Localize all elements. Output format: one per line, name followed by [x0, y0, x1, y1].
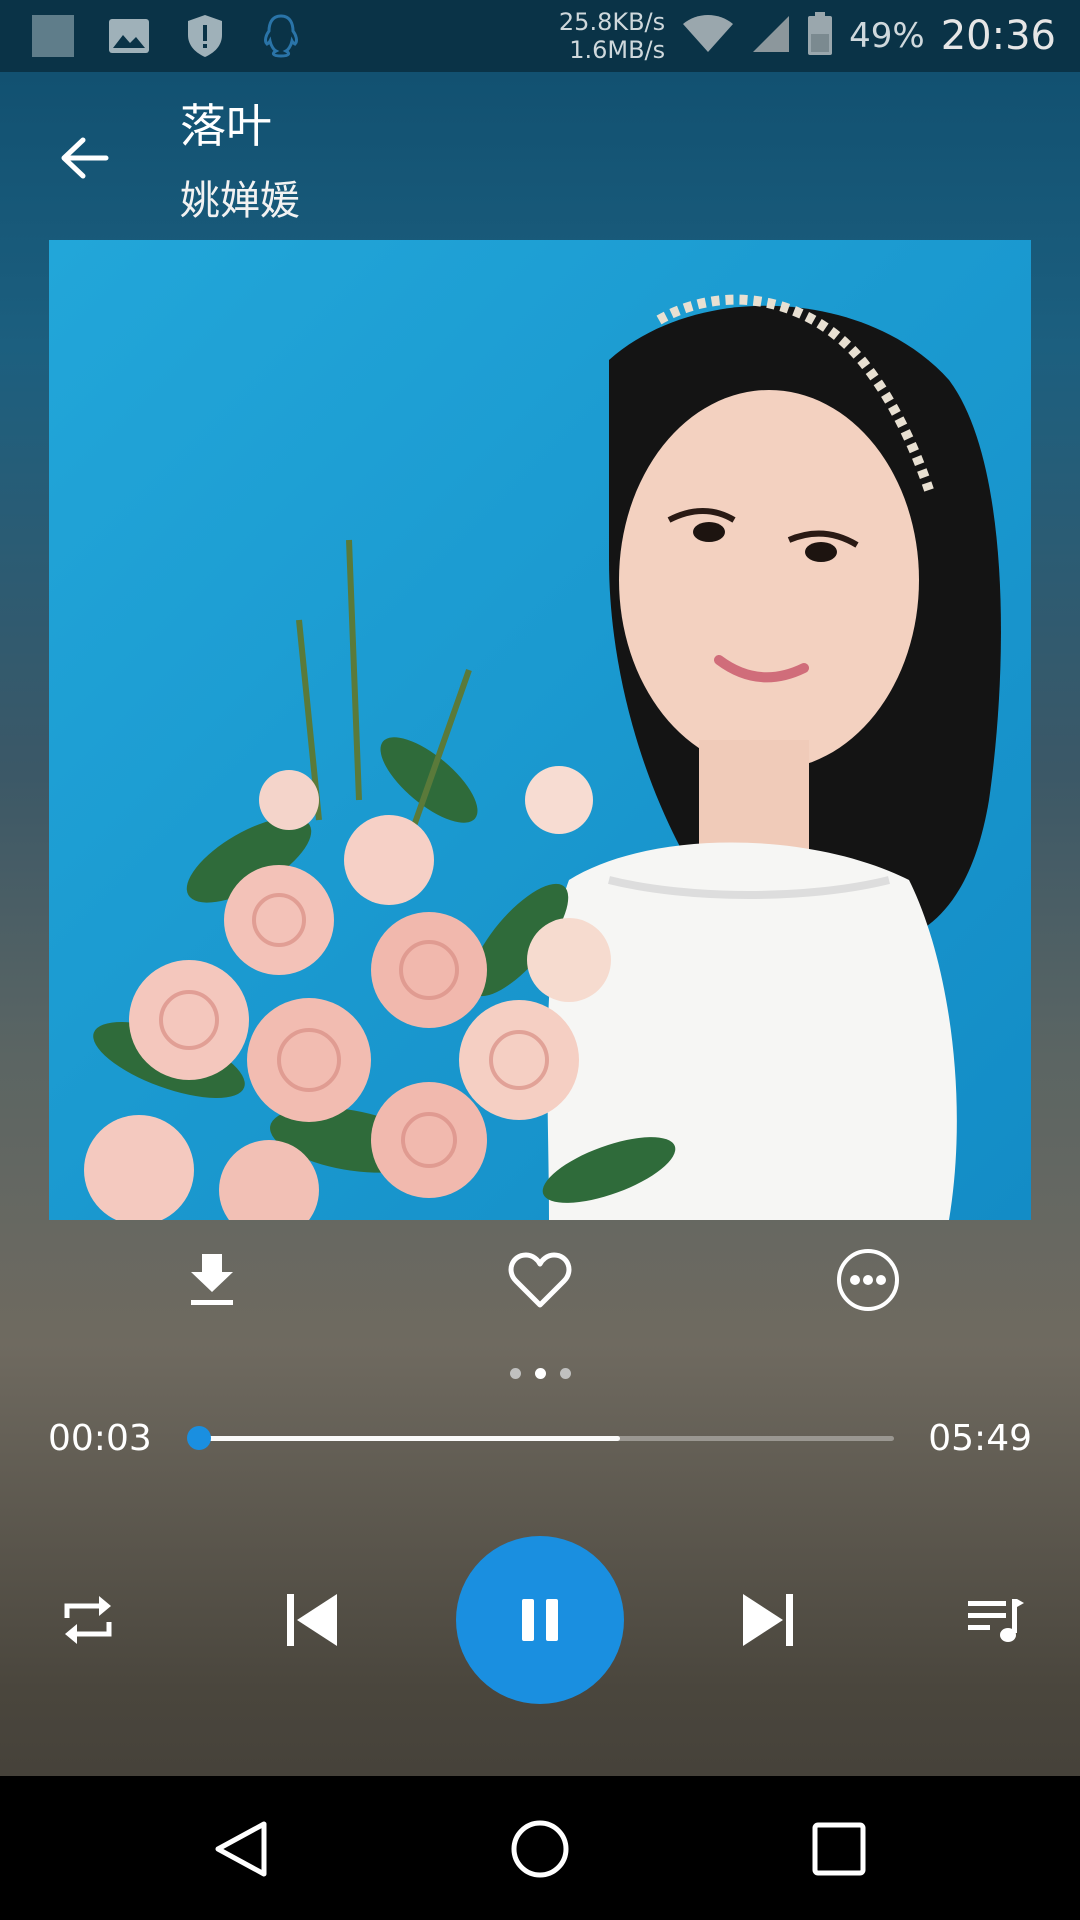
- song-title: 落叶: [180, 99, 272, 153]
- seek-bar[interactable]: [187, 1426, 894, 1450]
- upload-speed: 25.8KB/s: [558, 8, 666, 36]
- next-icon: [743, 1594, 793, 1646]
- like-button[interactable]: [500, 1240, 580, 1320]
- total-time: 05:49: [928, 1418, 1032, 1459]
- more-icon: [837, 1249, 899, 1311]
- arrow-left-icon: [61, 137, 109, 179]
- album-cover: [49, 240, 1031, 1220]
- repeat-icon: [64, 1596, 112, 1644]
- nav-back-button[interactable]: [208, 1816, 274, 1882]
- network-speed: 25.8KB/s 1.6MB/s: [559, 8, 665, 64]
- more-button[interactable]: [828, 1240, 908, 1320]
- status-clock: 20:36: [940, 13, 1056, 59]
- next-button[interactable]: [728, 1580, 808, 1660]
- wifi-icon: [681, 14, 735, 58]
- song-artist: 姚婵媛: [180, 178, 300, 224]
- home-icon: [511, 1820, 569, 1878]
- gallery-icon: [104, 11, 154, 61]
- playlist-icon: [968, 1599, 1024, 1642]
- back-icon: [215, 1821, 267, 1877]
- download-speed: 1.6MB/s: [569, 36, 666, 64]
- battery-percent: 49%: [849, 16, 925, 56]
- song-actions: [0, 1240, 1080, 1320]
- page-indicator: [0, 1368, 1080, 1379]
- playback-controls: [0, 1536, 1080, 1704]
- repeat-button[interactable]: [48, 1580, 128, 1660]
- status-bar: 25.8KB/s 1.6MB/s 49% 20:36: [0, 0, 1080, 72]
- pause-button[interactable]: [456, 1536, 624, 1704]
- recents-icon: [812, 1822, 866, 1876]
- previous-icon: [287, 1594, 337, 1646]
- download-icon: [191, 1254, 233, 1305]
- nav-home-button[interactable]: [507, 1816, 573, 1882]
- current-time: 00:03: [48, 1418, 152, 1459]
- previous-button[interactable]: [272, 1580, 352, 1660]
- qq-icon: [256, 11, 306, 61]
- download-button[interactable]: [172, 1240, 252, 1320]
- notification-icons: [28, 10, 306, 62]
- buffer-bar: [192, 1436, 621, 1441]
- player-header: 落叶 姚婵媛: [0, 72, 1080, 240]
- app-icon: [28, 11, 78, 61]
- battery-icon: [807, 12, 833, 60]
- page-dot: [559, 1368, 571, 1379]
- back-button[interactable]: [52, 126, 116, 190]
- seek-thumb[interactable]: [187, 1426, 212, 1450]
- shield-icon: [180, 11, 230, 61]
- page-dot: [509, 1368, 521, 1379]
- nav-recents-button[interactable]: [806, 1816, 872, 1882]
- signal-icon: [751, 14, 791, 58]
- pause-icon: [522, 1599, 558, 1641]
- playlist-button[interactable]: [956, 1580, 1036, 1660]
- system-indicators: 25.8KB/s 1.6MB/s 49% 20:36: [559, 6, 1056, 66]
- navigation-bar: [0, 1776, 1080, 1920]
- page-dot: [534, 1368, 546, 1379]
- heart-icon: [508, 1252, 572, 1308]
